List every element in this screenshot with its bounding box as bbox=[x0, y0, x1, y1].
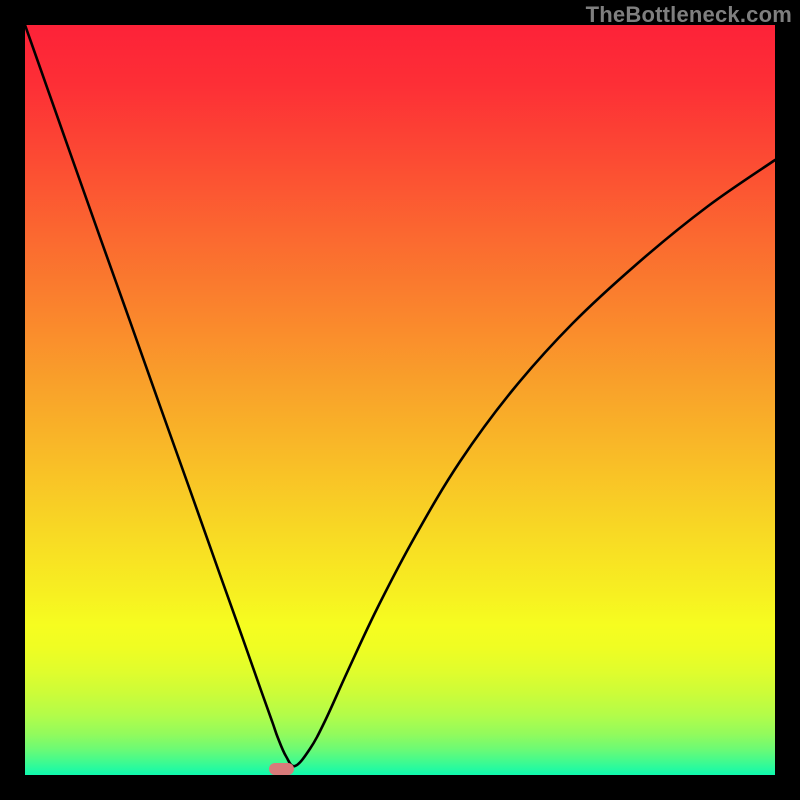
bottleneck-curve bbox=[25, 25, 775, 766]
minimum-marker bbox=[269, 763, 295, 775]
chart-frame: TheBottleneck.com bbox=[0, 0, 800, 800]
plot-area bbox=[25, 25, 775, 775]
curve-layer bbox=[25, 25, 775, 775]
watermark-text: TheBottleneck.com bbox=[586, 2, 792, 28]
